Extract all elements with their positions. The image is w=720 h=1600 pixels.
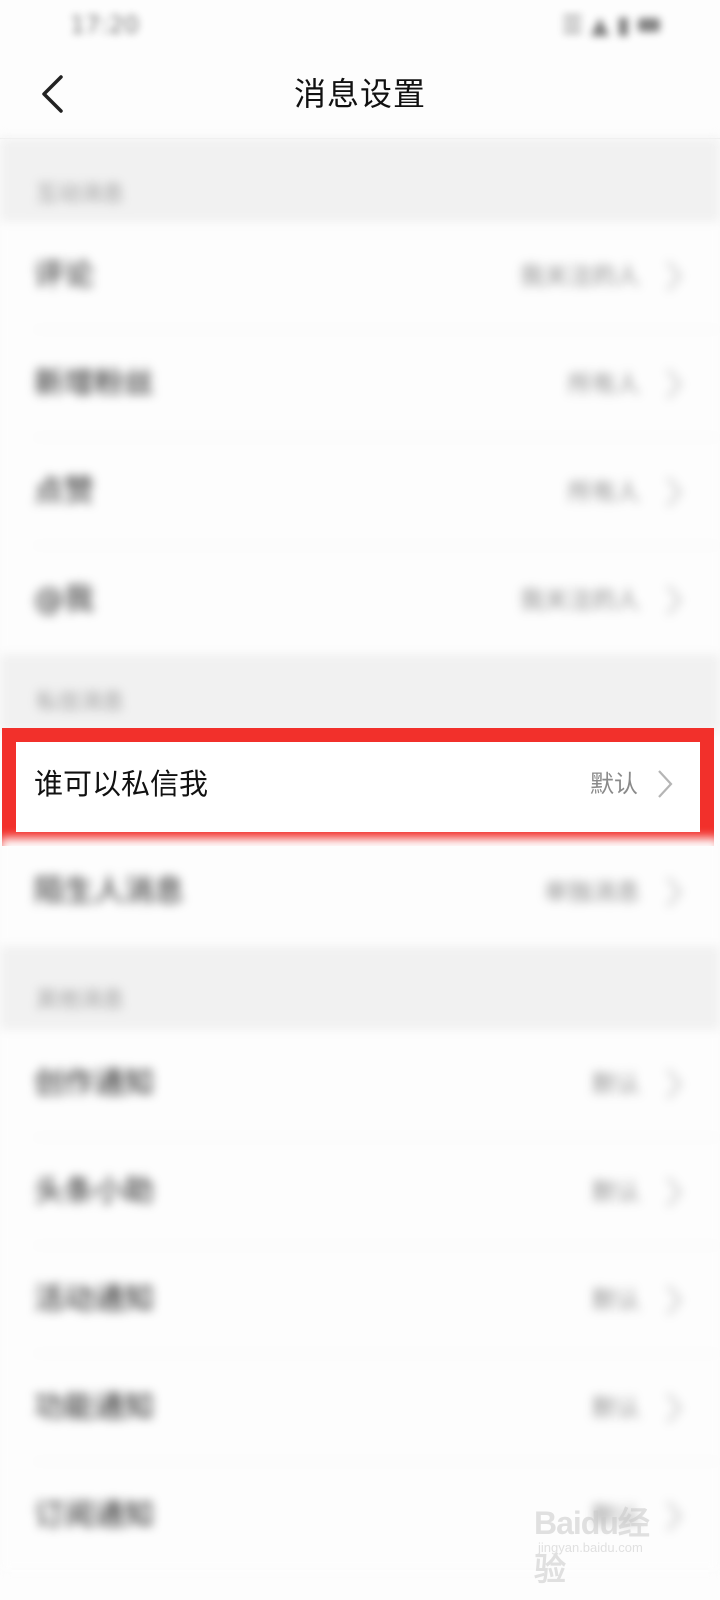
settings-row-activity-notifications[interactable]: 活动通知 默认 bbox=[0, 1246, 720, 1354]
section-label: 互动消息 bbox=[36, 182, 125, 207]
settings-row-assistant[interactable]: 头条小助 默认 bbox=[0, 1138, 720, 1246]
row-value: 我关注的人 bbox=[520, 262, 640, 290]
settings-row-who-can-message-me[interactable]: 谁可以私信我 默认 bbox=[2, 736, 700, 832]
row-label: 陌生人消息 bbox=[34, 874, 184, 909]
settings-row-comments[interactable]: 评论 我关注的人 bbox=[0, 222, 720, 330]
settings-row-stranger-messages[interactable]: 陌生人消息 单独消息 bbox=[0, 838, 720, 946]
status-time: 17:20 bbox=[70, 11, 140, 39]
watermark-url: jingyan.baidu.com bbox=[538, 1540, 643, 1555]
screen: 17:20 ☰ ▲ ▮ 消息设置 互动消息 评论 我关注的人 新增粉丝 所有人 bbox=[0, 0, 720, 1600]
row-label: 新增粉丝 bbox=[34, 366, 154, 401]
row-value: 默认 bbox=[592, 1394, 640, 1422]
chevron-right-icon bbox=[667, 369, 682, 399]
chevron-right-icon bbox=[667, 261, 682, 291]
page-title: 消息设置 bbox=[293, 75, 426, 113]
chevron-right-icon bbox=[667, 585, 682, 615]
row-label: 功能通知 bbox=[34, 1390, 154, 1425]
chevron-right-icon bbox=[667, 877, 682, 907]
chevron-right-icon bbox=[667, 1393, 682, 1423]
chevron-right-icon bbox=[667, 1069, 682, 1099]
row-label: 创作通知 bbox=[34, 1066, 154, 1101]
baidu-watermark: Baidu经验 jingyan.baidu.com bbox=[534, 1498, 674, 1587]
settings-row-feature-notifications[interactable]: 功能通知 默认 bbox=[0, 1354, 720, 1462]
settings-row-creation-notifications[interactable]: 创作通知 默认 bbox=[0, 1030, 720, 1138]
row-value: 默认 bbox=[592, 1070, 640, 1098]
chevron-right-icon bbox=[667, 1177, 682, 1207]
chevron-right-icon bbox=[658, 770, 673, 798]
settings-row-new-followers[interactable]: 新增粉丝 所有人 bbox=[0, 330, 720, 438]
section-label: 其他消息 bbox=[36, 988, 125, 1013]
row-label: @我 bbox=[34, 582, 94, 617]
row-label: 订阅通知 bbox=[34, 1498, 154, 1533]
row-label: 头条小助 bbox=[34, 1174, 154, 1209]
chevron-right-icon bbox=[667, 1285, 682, 1315]
row-value: 所有人 bbox=[568, 478, 640, 506]
status-bar: 17:20 ☰ ▲ ▮ bbox=[0, 0, 720, 50]
row-value: 所有人 bbox=[568, 370, 640, 398]
back-button[interactable] bbox=[22, 64, 82, 124]
status-indicators: ☰ ▲ ▮ bbox=[561, 11, 630, 39]
status-icons: ☰ ▲ ▮ bbox=[562, 11, 660, 39]
header: 消息设置 bbox=[0, 50, 720, 139]
section-header: 私信消息 bbox=[0, 654, 720, 732]
row-value: 我关注的人 bbox=[520, 586, 640, 614]
row-label: 评论 bbox=[34, 258, 94, 293]
row-label: 谁可以私信我 bbox=[34, 767, 209, 801]
row-value: 默认 bbox=[592, 1286, 640, 1314]
settings-row-likes[interactable]: 点赞 所有人 bbox=[0, 438, 720, 546]
row-label: 活动通知 bbox=[34, 1282, 154, 1317]
section-header: 互动消息 bbox=[0, 138, 720, 222]
battery-icon bbox=[638, 18, 660, 32]
section-label: 私信消息 bbox=[36, 690, 125, 715]
row-value: 单独消息 bbox=[544, 878, 640, 906]
row-label: 点赞 bbox=[34, 474, 94, 509]
row-value: 默认 bbox=[592, 1178, 640, 1206]
chevron-left-icon bbox=[42, 75, 63, 113]
section-header: 其他消息 bbox=[0, 946, 720, 1030]
row-value: 默认 bbox=[590, 770, 638, 798]
settings-row-mentions[interactable]: @我 我关注的人 bbox=[0, 546, 720, 654]
chevron-right-icon bbox=[667, 477, 682, 507]
